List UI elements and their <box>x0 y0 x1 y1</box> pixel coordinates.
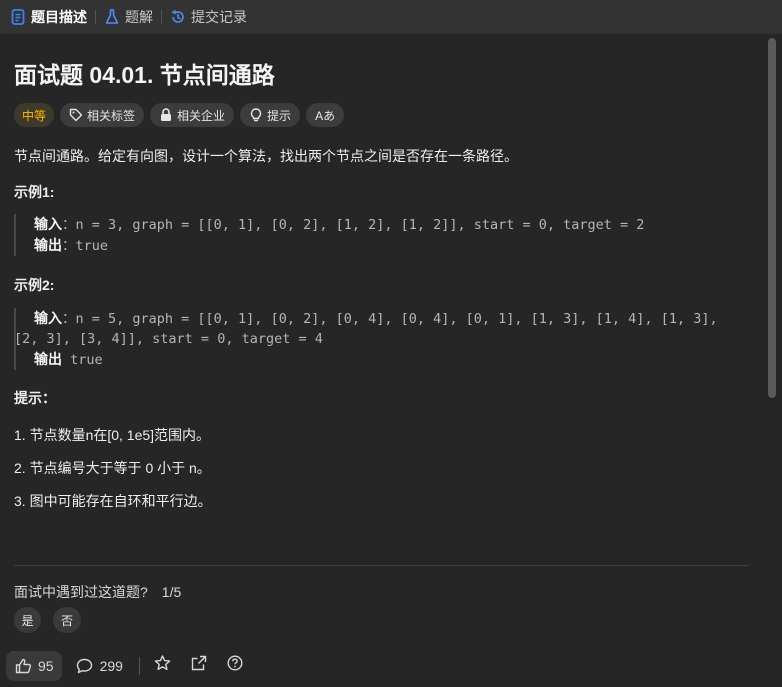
example1-heading: 示例1: <box>14 184 55 200</box>
tab-description[interactable]: 题目描述 <box>10 0 87 34</box>
tab-description-label: 题目描述 <box>31 9 87 25</box>
example1-block: 输入：n = 3, graph = [[0, 1], [0, 2], [1, 2… <box>14 214 754 256</box>
hints-button[interactable]: 提示 <box>240 103 301 127</box>
tab-solutions-label: 题解 <box>125 9 153 25</box>
tab-divider <box>161 10 162 24</box>
translate-button[interactable]: Aあ <box>306 103 345 127</box>
problem-statement: 节点间通路。给定有向图，设计一个算法，找出两个节点之间是否存在一条路径。 <box>14 148 518 164</box>
section-divider <box>14 565 749 566</box>
related-tags-label: 相关标签 <box>87 108 136 123</box>
tab-submissions[interactable]: 提交记录 <box>170 0 247 34</box>
interview-question: 面试中遇到过这道题? 1/5 <box>14 582 181 602</box>
like-button[interactable]: 95 <box>6 650 62 681</box>
tag-icon <box>69 108 83 122</box>
translate-icon: Aあ <box>315 108 336 123</box>
example2-input-continuation: [2, 3], [3, 4]], start = 0, target = 4 <box>14 331 323 347</box>
tab-bar: 题目描述 题解 提交记录 <box>0 0 782 34</box>
like-count: 95 <box>38 657 54 674</box>
favorite-button[interactable] <box>148 651 178 681</box>
flask-icon <box>104 9 120 25</box>
related-tags-button[interactable]: 相关标签 <box>60 103 145 127</box>
related-companies-label: 相关企业 <box>177 108 226 123</box>
hint-item: 2. 节点编号大于等于 0 小于 n。 <box>14 460 211 476</box>
tab-submissions-label: 提交记录 <box>191 9 247 25</box>
bottom-divider <box>138 656 140 675</box>
tab-divider <box>95 10 96 24</box>
document-icon <box>10 9 26 25</box>
example2-heading: 示例2: <box>14 277 55 293</box>
hints-label: 提示 <box>267 108 292 123</box>
problem-title: 面试题 04.01. 节点间通路 <box>14 62 275 88</box>
yes-button[interactable]: 是 <box>14 607 41 633</box>
star-icon <box>154 655 171 676</box>
thumbs-up-icon <box>14 657 32 675</box>
example2-block: 输入：n = 5, graph = [[0, 1], [0, 2], [0, 4… <box>14 308 754 370</box>
difficulty-badge: 中等 <box>14 103 55 127</box>
hints-heading: 提示： <box>14 390 56 406</box>
lightbulb-icon <box>249 108 263 122</box>
comment-icon <box>76 657 94 675</box>
lock-icon <box>159 108 173 122</box>
example2-output-label: 输出 <box>34 351 62 367</box>
tab-solutions[interactable]: 题解 <box>104 0 153 34</box>
example1-output-value: ：true <box>62 238 109 254</box>
example1-output-label: 输出 <box>34 237 62 253</box>
scrollbar-thumb[interactable] <box>768 38 776 398</box>
bottom-action-bar: 95 299 <box>0 644 782 687</box>
comments-button[interactable]: 299 <box>68 651 131 681</box>
comment-count: 299 <box>99 657 123 674</box>
hint-item: 3. 图中可能存在自环和平行边。 <box>14 493 212 509</box>
problem-description-panel: 面试题 04.01. 节点间通路 中等 相关标签 相关企业 提示 Aあ 节点间通… <box>0 34 766 644</box>
interview-question-text: 面试中遇到过这道题? <box>14 584 148 600</box>
related-companies-button[interactable]: 相关企业 <box>150 103 235 127</box>
example2-input-label: 输入 <box>34 310 62 326</box>
no-button[interactable]: 否 <box>53 607 81 633</box>
hint-item: 1. 节点数量n在[0, 1e5]范围内。 <box>14 427 211 443</box>
example2-output-value: true <box>62 352 103 368</box>
example1-input-label: 输入 <box>34 216 62 232</box>
history-icon <box>170 9 186 25</box>
share-icon <box>191 655 207 676</box>
share-button[interactable] <box>184 651 214 681</box>
tag-row: 中等 相关标签 相关企业 提示 Aあ <box>14 103 345 127</box>
example2-input-value: ：n = 5, graph = [[0, 1], [0, 2], [0, 4],… <box>62 311 718 327</box>
example1-input-value: ：n = 3, graph = [[0, 1], [0, 2], [1, 2],… <box>62 217 645 233</box>
question-mark-icon <box>227 655 243 676</box>
interview-count: 1/5 <box>161 584 182 600</box>
help-button[interactable] <box>220 651 250 681</box>
